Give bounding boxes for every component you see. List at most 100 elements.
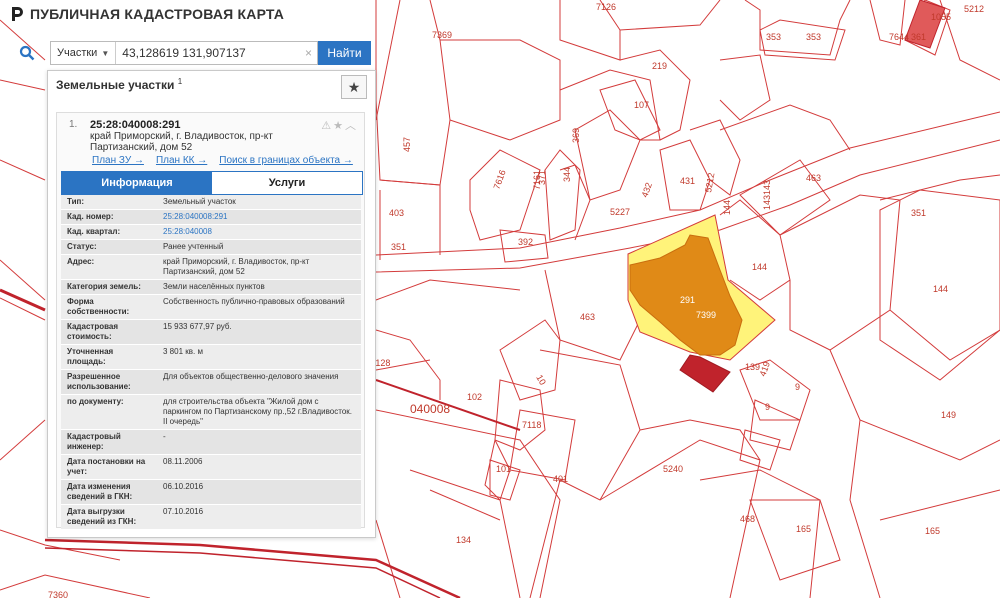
info-row: Кадастровый инженер: - [61,430,361,455]
plot-number-label: 344 [562,167,572,182]
plot-number-label: 369 [571,128,581,143]
info-row: Категория земель: Земли населённых пункто… [61,280,361,295]
result-card: 1. 25:28:040008:291 край Приморский, г. … [56,112,365,530]
plot-number-label: 7126 [596,2,616,12]
rosreestr-logo-icon [12,7,23,21]
card-tools[interactable]: ⚠★︿ [321,117,358,133]
plot-number-label: 353 [766,32,781,42]
plot-number-label: 432 [639,181,654,199]
plot-number-label: 457 [402,137,412,152]
info-label: Кадастровая стоимость: [67,322,119,341]
result-address: край Приморский, г. Владивосток, пр-кт П… [90,131,273,153]
selected-building-label: 7399 [696,310,716,320]
info-label: Уточненная площадь: [67,347,114,366]
card-links: План ЗУ → План КК → Поиск в границах объ… [92,155,353,166]
info-row: Дата изменения сведений в ГКН: 06.10.2016 [61,480,361,505]
quarter-label: 040008 [410,402,450,416]
plot-number-label: 463 [580,312,595,322]
adjacent-plot[interactable] [679,354,731,393]
plot-number-label: 219 [652,61,667,71]
info-row: Разрешенное использование: Для объектов о… [61,370,361,395]
info-value: Ранее учтенный [163,242,224,251]
plot-number-label: 361 [911,32,926,42]
info-row: Адрес: край Приморский, г. Владивосток, п… [61,255,361,280]
plot-number-label: 143 [762,180,772,195]
info-label: Форма собственности: [67,297,130,316]
search-icon[interactable] [12,41,42,65]
results-count: 1 [177,77,183,86]
warning-icon[interactable]: ⚠ [321,120,333,132]
plot-number-label: 5240 [663,464,683,474]
search-input[interactable] [116,43,305,63]
info-row: Дата выгрузки сведений из ГКН: 07.10.2016 [61,505,361,530]
plot-number-label: 165 [925,526,940,536]
app-header: ПУБЛИЧНАЯ КАДАСТРОВАЯ КАРТА [10,6,284,22]
link-search-bounds[interactable]: Поиск в границах объекта → [219,155,353,166]
info-label: Категория земель: [67,282,141,291]
info-value[interactable]: 25:28:040008:291 [157,210,361,224]
results-panel: Земельные участки 1 ★ 1. 25:28:040008:29… [47,70,376,538]
tab-info[interactable]: Информация [62,172,212,194]
plot-number-label: 143 [762,195,772,210]
plot-number-label: 149 [941,410,956,420]
result-index: 1. [69,119,78,130]
link-plan-zu[interactable]: План ЗУ → [92,155,144,166]
category-label: Участки [57,47,98,59]
info-row: Тип: Земельный участок [61,195,361,210]
info-label: Разрешенное использование: [67,372,131,391]
plot-number-label: 107 [634,100,649,110]
plot-number-label: 5212 [703,172,716,193]
info-label: Кад. номер: [67,212,114,221]
plot-number-label: 7161 [532,170,542,190]
info-value: - [163,432,166,441]
info-label: Кадастровый инженер: [67,432,121,451]
category-select[interactable]: Участки ▼ [51,42,117,64]
plot-number-label: 5212 [964,4,984,14]
tab-services[interactable]: Услуги [212,172,362,194]
info-label: Кад. квартал: [67,227,121,236]
card-tabs: Информация Услуги [61,171,363,195]
info-value: Для объектов общественно-делового значен… [163,372,339,381]
plot-number-label: 9 [765,402,770,412]
plot-number-label: 165 [796,524,811,534]
info-row: по документу: для строительства объекта "… [61,395,361,430]
info-value: Земли населённых пунктов [163,282,265,291]
app-title: ПУБЛИЧНАЯ КАДАСТРОВАЯ КАРТА [30,6,285,22]
info-label: Дата изменения сведений в ГКН: [67,482,133,501]
plot-number-label: 134 [456,535,471,545]
plot-number-label: 144 [752,262,767,272]
search-box: Участки ▼ × [50,41,318,65]
info-row: Кад. номер: 25:28:040008:291 [61,210,361,225]
info-label: Статус: [67,242,97,251]
plot-number-label: 463 [806,173,821,183]
plot-number-label: 1055 [931,12,951,22]
search-bar: Участки ▼ × Найти [12,41,372,65]
info-label: по документу: [67,397,124,406]
plot-number-label: 431 [680,176,695,186]
collapse-icon[interactable]: ︿ [345,120,358,132]
info-row: Статус: Ранее учтенный [61,240,361,255]
info-value[interactable]: 25:28:040008 [157,225,361,239]
plot-number-label: 102 [467,392,482,402]
plot-number-label: 5227 [610,207,630,217]
plot-number-label: 7616 [491,168,507,190]
info-label: Тип: [67,197,84,206]
plot-number-label: 7644 [889,32,909,42]
info-value: 06.10.2016 [163,482,204,491]
star-icon[interactable]: ★ [333,120,345,132]
find-button[interactable]: Найти [318,41,371,65]
cadastral-number: 25:28:040008:291 [90,119,181,131]
plot-number-label: 403 [389,208,404,218]
link-plan-kk[interactable]: План КК → [156,155,207,166]
plot-number-label: 9 [795,382,800,392]
info-row: Кадастровая стоимость: 15 933 677,97 руб. [61,320,361,345]
favorite-star-icon[interactable]: ★ [341,75,367,99]
plot-number-label: 351 [911,208,926,218]
info-value: Собственность публично-правовых образова… [163,297,345,306]
info-row: Форма собственности: Собственность публич… [61,295,361,320]
info-value: 07.10.2016 [163,507,204,516]
info-label: Дата выгрузки сведений из ГКН: [67,507,137,526]
close-icon[interactable]: × [305,46,317,60]
info-row: Дата постановки на учет: 08.11.2006 [61,455,361,480]
info-value: 3 801 кв. м [163,347,203,356]
